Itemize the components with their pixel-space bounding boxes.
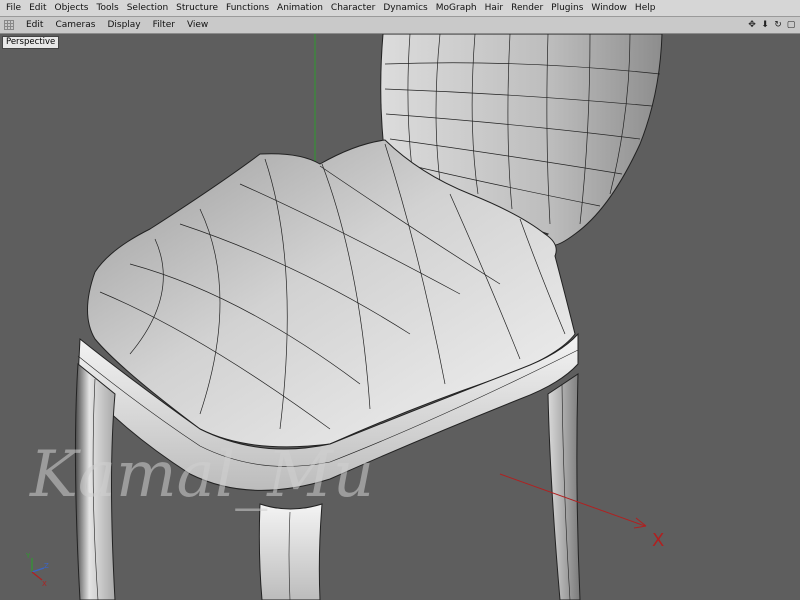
menu-objects[interactable]: Objects — [51, 0, 93, 16]
viewport-label: Perspective — [2, 36, 60, 49]
viewport-menu-display[interactable]: Display — [101, 17, 146, 33]
menu-hair[interactable]: Hair — [481, 0, 507, 16]
menu-render[interactable]: Render — [507, 0, 547, 16]
x-axis-label: X — [652, 530, 664, 551]
chair-leg-back-right — [547, 373, 581, 600]
menu-structure[interactable]: Structure — [172, 0, 222, 16]
menu-file[interactable]: File — [0, 0, 25, 16]
perspective-viewport[interactable]: X Kamal_Mu Y Z X Perspective — [0, 34, 800, 600]
maximize-view-icon[interactable]: ▢ — [786, 20, 796, 30]
move-view-icon[interactable]: ✥ — [747, 20, 757, 30]
viewport-menu-cameras[interactable]: Cameras — [49, 17, 101, 33]
menu-mograph[interactable]: MoGraph — [432, 0, 481, 16]
gizmo-z-label: Z — [44, 562, 49, 570]
viewport-menu-filter[interactable]: Filter — [147, 17, 181, 33]
rotate-view-icon[interactable]: ↻ — [773, 20, 783, 30]
menu-animation[interactable]: Animation — [273, 0, 327, 16]
chair-leg-front-right — [258, 503, 323, 600]
watermark-text: Kamal_Mu — [29, 438, 374, 512]
menu-help[interactable]: Help — [631, 0, 660, 16]
gizmo-x-label: X — [42, 580, 47, 588]
menu-character[interactable]: Character — [327, 0, 379, 16]
gizmo-y-label: Y — [25, 552, 31, 560]
main-menubar: File Edit Objects Tools Selection Struct… — [0, 0, 800, 17]
viewport-menu-edit[interactable]: Edit — [20, 17, 49, 33]
menu-tools[interactable]: Tools — [93, 0, 123, 16]
menu-plugins[interactable]: Plugins — [547, 0, 587, 16]
menu-dynamics[interactable]: Dynamics — [379, 0, 431, 16]
viewport-canvas: X Kamal_Mu Y Z X — [25, 34, 664, 600]
grip-handle-icon[interactable] — [4, 20, 14, 30]
viewport-menubar: Edit Cameras Display Filter View ✥ ⬇ ↻ ▢ — [0, 17, 800, 34]
menu-functions[interactable]: Functions — [222, 0, 273, 16]
viewport-nav-icons: ✥ ⬇ ↻ ▢ — [747, 17, 796, 33]
menu-edit[interactable]: Edit — [25, 0, 50, 16]
axis-gizmo: Y Z X — [25, 552, 49, 588]
menu-window[interactable]: Window — [587, 0, 631, 16]
zoom-view-icon[interactable]: ⬇ — [760, 20, 770, 30]
viewport-menu-view[interactable]: View — [181, 17, 214, 33]
menu-selection[interactable]: Selection — [123, 0, 172, 16]
